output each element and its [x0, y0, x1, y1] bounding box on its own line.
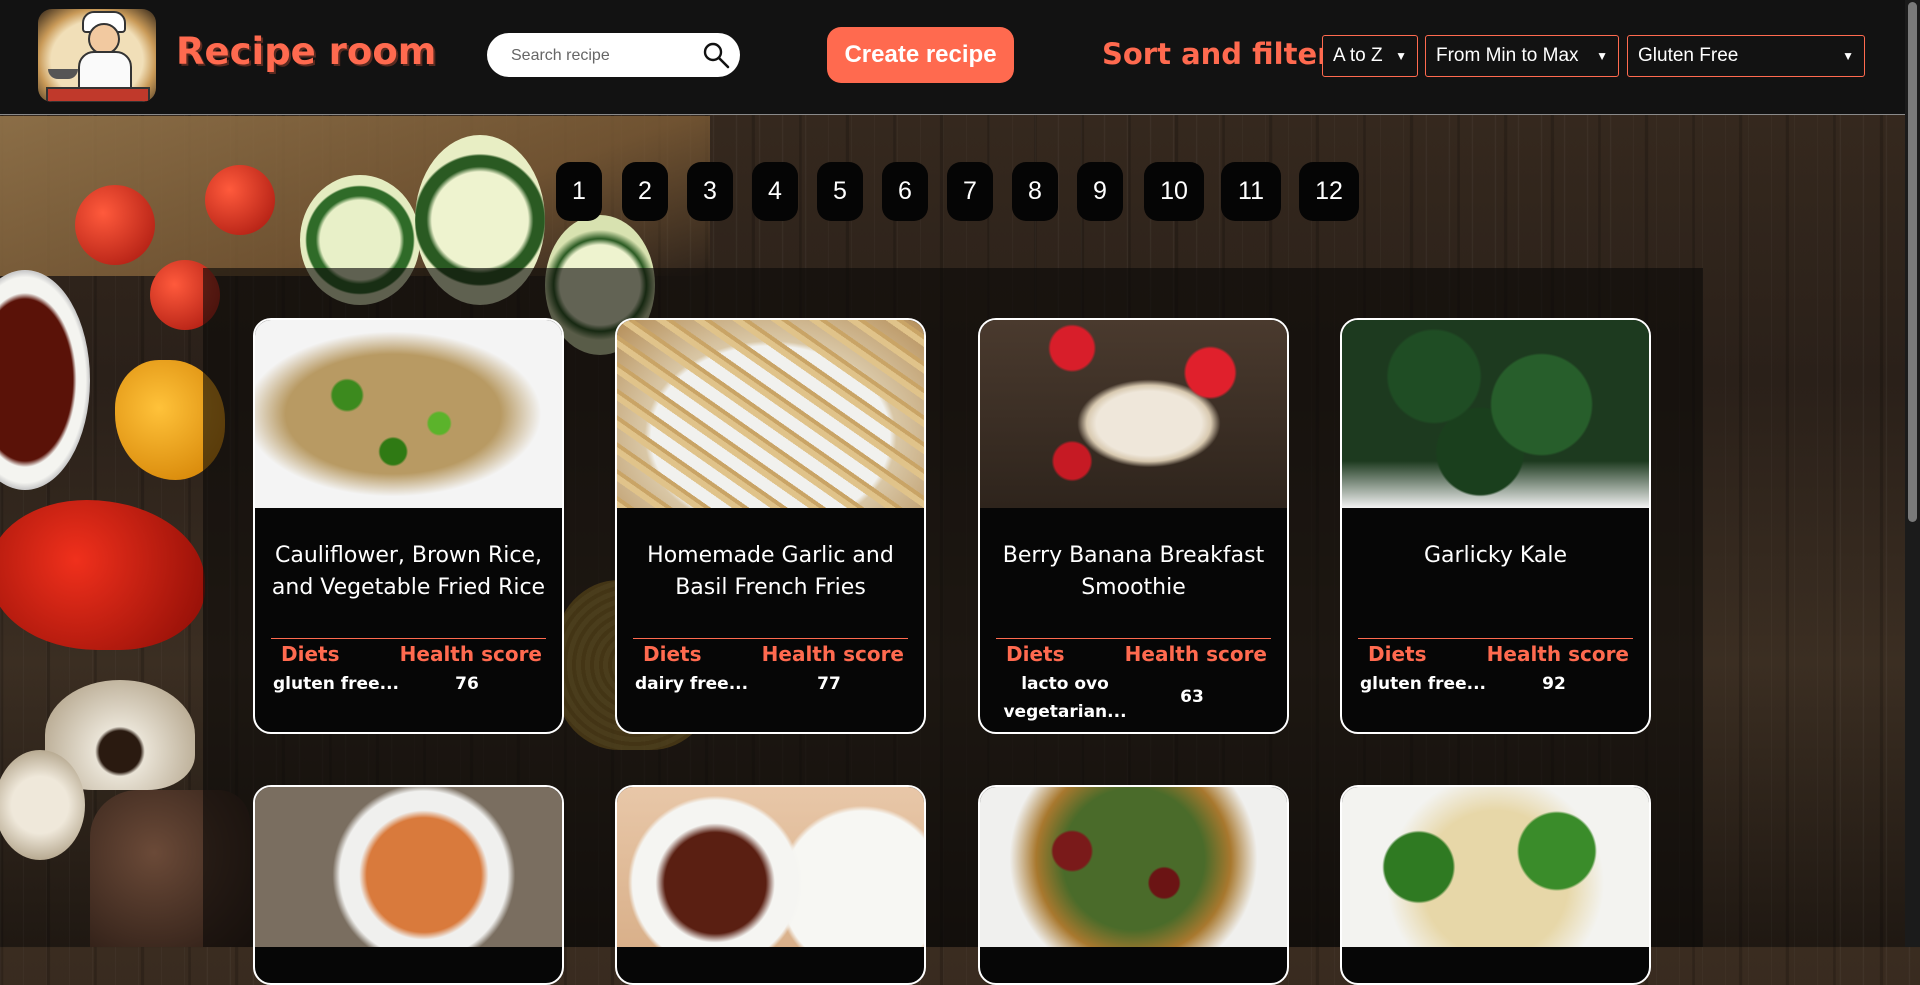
health-score-label: Health score — [1486, 642, 1629, 666]
page-button[interactable]: 8 — [1012, 162, 1058, 221]
page-scrollbar[interactable] — [1905, 0, 1920, 947]
create-recipe-button[interactable]: Create recipe — [827, 27, 1014, 83]
health-score-value: 77 — [817, 674, 841, 694]
health-score-value: 63 — [1180, 687, 1204, 707]
background-mushroom — [0, 750, 85, 860]
health-score-label: Health score — [761, 642, 904, 666]
page-button[interactable]: 10 — [1144, 162, 1204, 221]
health-score-sort-select[interactable]: From Min to Max ▼ — [1425, 35, 1619, 77]
brand-title: Recipe room — [176, 30, 437, 73]
page-button[interactable]: 12 — [1299, 162, 1359, 221]
card-divider — [996, 638, 1271, 639]
health-score-value: 92 — [1542, 674, 1566, 694]
health-score-label: Health score — [399, 642, 542, 666]
alphabetical-sort-select[interactable]: A to Z ▼ — [1322, 35, 1418, 77]
recipe-image — [255, 787, 562, 947]
top-bar: Recipe room Create recipe Sort and filte… — [0, 0, 1905, 115]
chevron-down-icon: ▼ — [1842, 49, 1854, 63]
background-tomato — [75, 185, 155, 265]
recipe-image — [617, 320, 924, 508]
recipe-image — [1342, 787, 1649, 947]
card-divider — [271, 638, 546, 639]
diets-label: Diets — [281, 642, 340, 666]
recipe-card[interactable] — [253, 785, 564, 985]
search-input[interactable] — [509, 43, 693, 69]
card-divider — [633, 638, 908, 639]
diets-value: lacto ovo vegetarian... — [1003, 674, 1127, 722]
recipe-card[interactable]: Homemade Garlic and Basil French Fries D… — [615, 318, 926, 734]
recipe-card[interactable]: Cauliflower, Brown Rice, and Vegetable F… — [253, 318, 564, 734]
recipe-image — [980, 320, 1287, 508]
recipe-card[interactable]: Berry Banana Breakfast Smoothie Diets He… — [978, 318, 1289, 734]
recipe-card[interactable]: Garlicky Kale Diets Health score gluten … — [1340, 318, 1651, 734]
search-icon[interactable] — [702, 41, 730, 69]
chevron-down-icon: ▼ — [1395, 49, 1407, 63]
recipe-title: Garlicky Kale — [1423, 543, 1568, 568]
page-button[interactable]: 9 — [1077, 162, 1123, 221]
page-button[interactable]: 6 — [882, 162, 928, 221]
recipe-title: Cauliflower, Brown Rice, and Vegetable F… — [271, 543, 546, 600]
health-score-label: Health score — [1124, 642, 1267, 666]
page-button[interactable]: 5 — [817, 162, 863, 221]
page-button[interactable]: 4 — [752, 162, 798, 221]
recipe-title: Berry Banana Breakfast Smoothie — [1002, 543, 1265, 600]
recipe-image — [980, 787, 1287, 947]
page-button[interactable]: 11 — [1221, 162, 1281, 221]
card-divider — [1358, 638, 1633, 639]
recipe-image — [255, 320, 562, 508]
sort-filter-label: Sort and filter: — [1102, 37, 1344, 71]
search-box — [487, 33, 740, 77]
scrollbar-thumb[interactable] — [1908, 2, 1917, 522]
health-score-value: 76 — [455, 674, 479, 694]
chevron-down-icon: ▼ — [1596, 49, 1608, 63]
diet-filter-select[interactable]: Gluten Free ▼ — [1627, 35, 1865, 77]
background-red-pepper — [0, 500, 205, 650]
background-sauce-bowl — [0, 270, 90, 490]
recipe-title: Homemade Garlic and Basil French Fries — [647, 543, 894, 600]
recipe-card[interactable] — [615, 785, 926, 985]
diets-label: Diets — [1368, 642, 1427, 666]
recipe-card[interactable] — [1340, 785, 1651, 985]
diets-label: Diets — [1006, 642, 1065, 666]
page-button[interactable]: 2 — [622, 162, 668, 221]
page-button[interactable]: 1 — [556, 162, 602, 221]
alphabetical-sort-value: A to Z — [1333, 45, 1383, 66]
recipe-card[interactable] — [978, 785, 1289, 985]
recipe-image — [1342, 320, 1649, 508]
diets-label: Diets — [643, 642, 702, 666]
page-button[interactable]: 7 — [947, 162, 993, 221]
health-score-sort-value: From Min to Max — [1436, 45, 1579, 66]
diet-filter-value: Gluten Free — [1638, 45, 1739, 66]
background-tomato — [205, 165, 275, 235]
recipe-image — [617, 787, 924, 947]
chef-logo[interactable] — [38, 9, 156, 102]
page-button[interactable]: 3 — [687, 162, 733, 221]
